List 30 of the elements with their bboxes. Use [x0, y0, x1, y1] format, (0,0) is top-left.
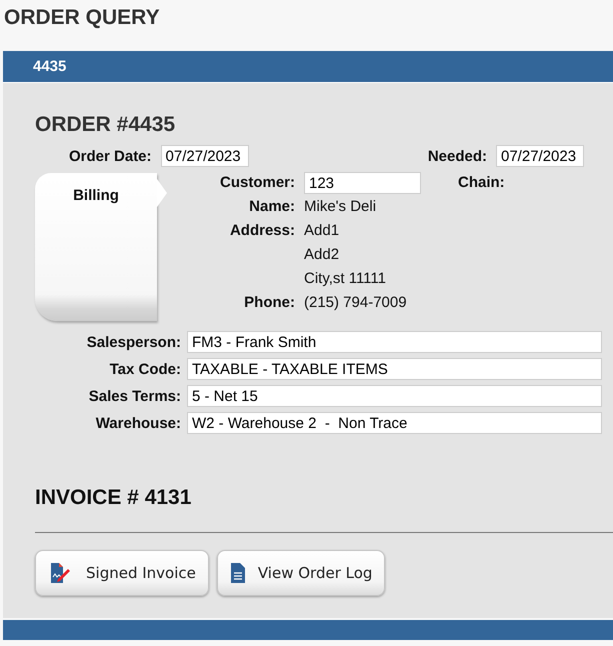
detail-field[interactable]: TAXABLE - TAXABLE ITEMS	[187, 358, 602, 380]
date-field[interactable]: 07/27/2023	[160, 145, 249, 167]
field-label: Warehouse:	[94, 414, 182, 432]
invoice-heading: INVOICE # 4131	[35, 486, 192, 509]
order-log-button[interactable]: View Order Log	[216, 550, 386, 596]
order-heading: ORDER #4435	[35, 113, 176, 136]
customer-info-text: Mike's Deli	[304, 197, 376, 217]
field-label: Order Date:	[69, 148, 152, 164]
field-label: Sales Terms:	[88, 388, 182, 404]
signed-invoice-button[interactable]: Signed Invoice	[35, 550, 209, 596]
customer-info-text: (215) 794-7009	[304, 293, 407, 313]
page-title: ORDER QUERY	[4, 6, 160, 29]
field-label: Phone:	[243, 293, 296, 313]
date-field[interactable]: 07/27/2023	[496, 145, 584, 167]
field-label: Chain:	[458, 173, 505, 193]
customer-info-text: Add2	[304, 245, 340, 265]
document-icon	[230, 562, 246, 584]
detail-field[interactable]: FM3 - Frank Smith	[187, 331, 602, 353]
detail-field[interactable]: 5 - Net 15	[187, 385, 602, 407]
customer-field[interactable]: 123	[304, 172, 421, 194]
field-label: Needed:	[428, 148, 487, 164]
customer-info-text: City,st 11111	[304, 269, 386, 289]
detail-field[interactable]: W2 - Warehouse 2 - Non Trace	[187, 412, 602, 434]
field-label: Address:	[228, 221, 296, 241]
field-label: Customer:	[218, 173, 296, 193]
customer-info-text: Add1	[304, 221, 340, 241]
tab-bar-label: 4435	[33, 58, 66, 75]
field-label: Tax Code:	[108, 360, 182, 378]
field-label: Name:	[248, 197, 296, 217]
field-label: Salesperson:	[86, 334, 182, 350]
